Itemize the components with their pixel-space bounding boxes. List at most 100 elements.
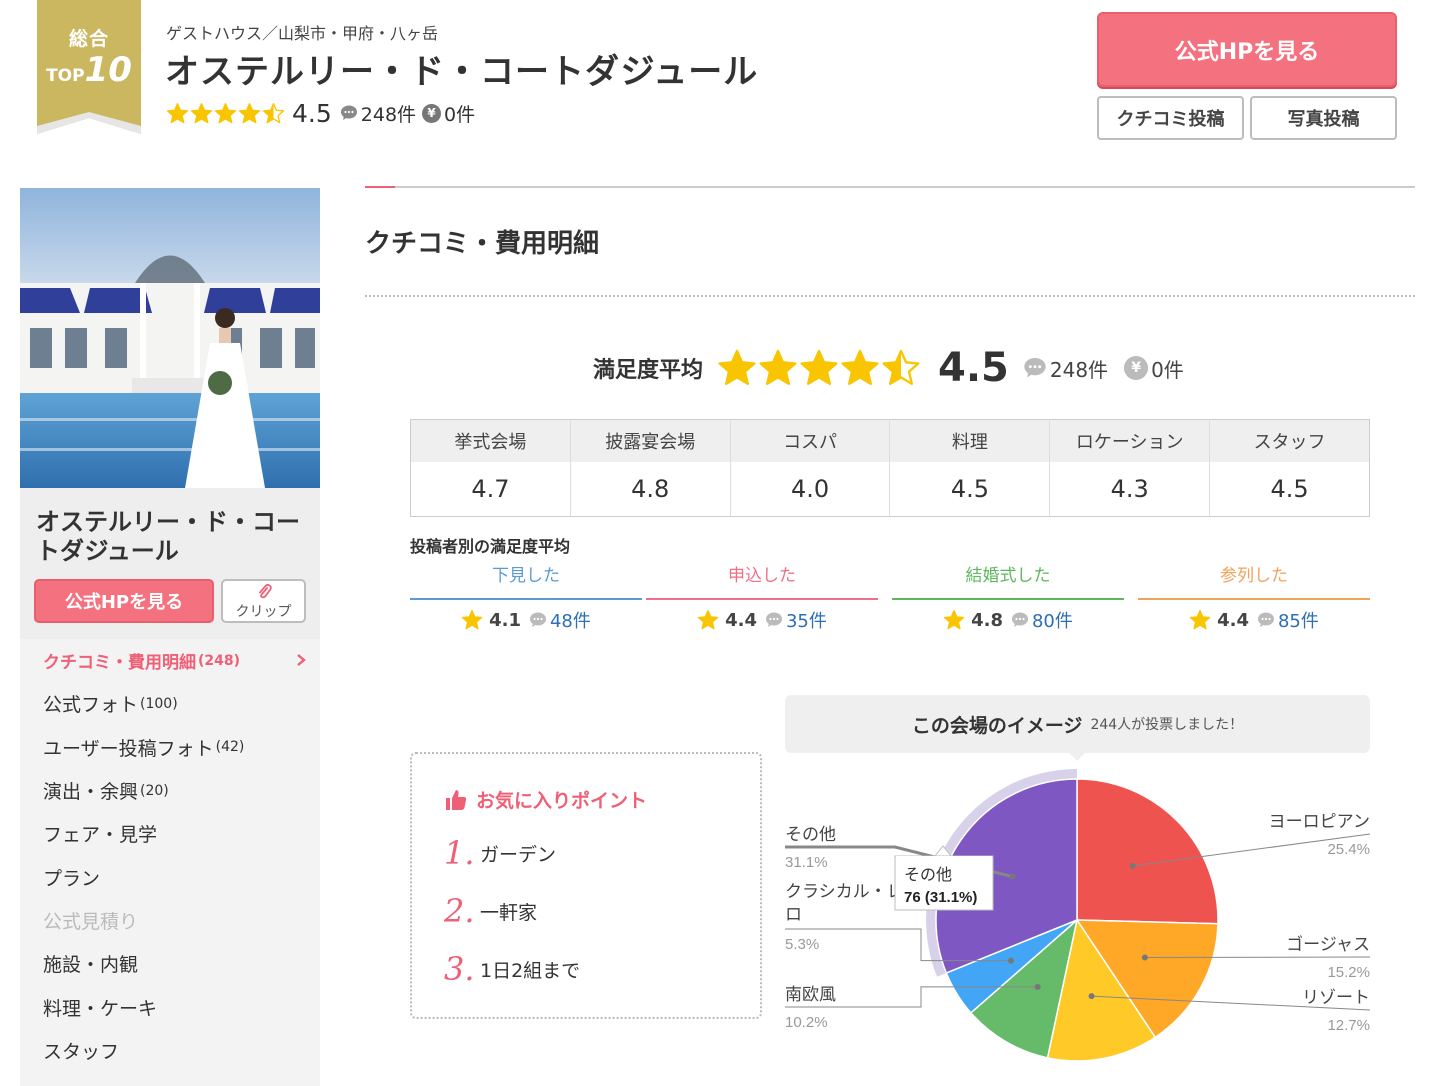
pie-percent: 15.2% [1327, 964, 1370, 981]
menu-item-fair[interactable]: フェア・見学 [20, 812, 320, 855]
satisfaction-summary: 満足度平均 4.5 248件 ¥ 0件 [593, 340, 1200, 396]
star-icon [882, 349, 920, 385]
pie-label: 南欧風 [785, 985, 836, 1004]
pie-label-dot [1088, 993, 1095, 1000]
comment-icon [1024, 358, 1046, 378]
satisfaction-label: 満足度平均 [593, 358, 704, 383]
menu-item-cuisine[interactable]: 料理・ケーキ [20, 985, 320, 1028]
menu-item-official-photo[interactable]: 公式フォト (100) [20, 682, 320, 725]
tooltip-value: 76 (31.1%) [904, 889, 977, 906]
poster-score: 4.8 [971, 609, 1003, 631]
comment-icon [1011, 612, 1028, 627]
menu-item-facility[interactable]: 施設・内観 [20, 942, 320, 985]
category-score-table: 挙式会場 披露宴会場 コスパ 料理 ロケーション スタッフ 4.7 4.8 4.… [410, 419, 1370, 517]
category-score: 4.5 [889, 461, 1051, 517]
category-header: スタッフ [1209, 419, 1370, 462]
official-hp-button[interactable]: 公式HPを見る [1097, 12, 1397, 87]
poster-tab-label[interactable]: 下見した [410, 564, 642, 600]
venue-image-vote-header: この会場のイメージ 244人が投票しました！ [785, 695, 1370, 761]
category-score: 4.0 [730, 461, 891, 517]
ribbon-label: 総合 [68, 28, 109, 50]
poster-group-2[interactable]: 結婚式した 4.8 80件 [892, 564, 1124, 640]
menu-item-estimate: 公式見積り [43, 910, 139, 933]
satisfaction-stars [717, 348, 922, 388]
poster-count[interactable]: 35件 [765, 607, 827, 633]
favorite-points-title: お気に入りポイント [444, 786, 647, 813]
poster-values: 4.8 80件 [892, 600, 1124, 640]
category-header: ロケーション [1049, 419, 1211, 462]
poster-section-title: 投稿者別の満足度平均 [410, 537, 571, 556]
poster-tab-label[interactable]: 申込した [646, 564, 878, 600]
satisfaction-cost-count: ¥ 0件 [1124, 354, 1184, 383]
star-icon [1189, 610, 1211, 630]
star-icon [461, 610, 483, 630]
pie-percent: 31.1% [785, 854, 828, 871]
yen-icon: ¥ [422, 103, 442, 123]
sidebar: オステルリー・ド・コートダジュール 公式HPを見る クリップ クチコミ・費用明細… [20, 188, 320, 1086]
comment-icon [529, 612, 546, 627]
poster-values: 4.4 35件 [646, 600, 878, 640]
star-icon [262, 102, 285, 123]
category-score: 4.8 [570, 461, 731, 517]
paperclip-icon [258, 584, 272, 599]
cost-count: ¥ 0件 [422, 100, 475, 127]
sidebar-menu: クチコミ・費用明細 (248) 公式フォト (100) ユーザー投稿フォト (42) … [20, 639, 320, 1072]
rating-stars [166, 102, 286, 125]
poster-tab-label[interactable]: 参列した [1138, 564, 1370, 600]
cost-count-value: 0件 [444, 103, 476, 126]
satisfaction-score: 4.5 [938, 345, 1009, 391]
category-score: 4.7 [410, 461, 571, 517]
category-score: 4.5 [1270, 474, 1309, 503]
pie-label-dot [1141, 954, 1148, 961]
sidebar-hp-button[interactable]: 公式HPを見る [34, 579, 214, 623]
pie-label: ヨーロピアン [1269, 812, 1370, 831]
poster-tab-label[interactable]: 結婚式した [892, 564, 1124, 600]
star-icon [190, 102, 213, 123]
star-icon [943, 610, 965, 630]
venue-photo[interactable] [20, 188, 320, 488]
venue-image-pie-chart: ヨーロピアン25.4%ゴージャス15.2%リゾート12.7%南欧風10.2%クラ… [785, 769, 1371, 1062]
top10-ribbon: 総合 TOP10 [37, 0, 141, 134]
poster-values: 4.4 85件 [1138, 600, 1370, 640]
poster-group-0[interactable]: 下見した 4.1 48件 [410, 564, 642, 640]
menu-item-plan[interactable]: プラン [20, 855, 320, 898]
star-icon [214, 102, 237, 123]
category-header: 料理 [889, 419, 1051, 462]
poster-group-3[interactable]: 参列した 4.4 85件 [1138, 564, 1370, 640]
favorite-point-item: 2. 一軒家 [444, 892, 538, 930]
post-photo-button[interactable]: 写真投稿 [1250, 96, 1397, 140]
poster-count[interactable]: 48件 [529, 607, 591, 633]
poster-score: 4.1 [489, 609, 521, 631]
menu-item-reviews[interactable]: クチコミ・費用明細 (248) [20, 639, 320, 682]
menu-item-user-photo[interactable]: ユーザー投稿フォト (42) [20, 726, 320, 769]
pie-slice[interactable] [1076, 778, 1219, 925]
star-icon [800, 349, 838, 385]
comment-icon [1257, 612, 1274, 627]
sidebar-venue-name: オステルリー・ド・コートダジュール [20, 488, 320, 566]
pie-percent: 10.2% [785, 1014, 828, 1031]
poster-group-1[interactable]: 申込した 4.4 35件 [646, 564, 878, 640]
pie-tooltip: その他 76 (31.1%) [894, 845, 994, 911]
menu-item-staff[interactable]: スタッフ [20, 1029, 320, 1072]
favorite-point-item: 3. 1日2組まで [444, 950, 581, 988]
ribbon-rank: TOP10 [46, 50, 132, 90]
poster-values: 4.1 48件 [410, 600, 642, 640]
pie-label: ロ [785, 905, 802, 924]
favorite-points-box: お気に入りポイント 1. ガーデン 2. 一軒家 3. 1日2組まで [410, 752, 762, 1019]
post-review-button[interactable]: クチコミ投稿 [1097, 96, 1244, 140]
clip-button[interactable]: クリップ [221, 579, 306, 623]
category-score: 4.3 [1049, 461, 1211, 517]
chevron-right-icon [297, 654, 306, 666]
poster-count[interactable]: 80件 [1011, 607, 1073, 633]
pie-label: リゾート [1302, 988, 1370, 1007]
poster-count[interactable]: 85件 [1257, 607, 1319, 633]
pie-percent: 12.7% [1327, 1017, 1370, 1034]
menu-item-performance[interactable]: 演出・余興 (20) [20, 769, 320, 812]
star-icon [841, 349, 879, 385]
category-header: 挙式会場 [410, 419, 571, 462]
yen-icon: ¥ [1124, 356, 1149, 380]
poster-score: 4.4 [725, 609, 757, 631]
tooltip-label: その他 [904, 866, 952, 884]
image-vote-title: この会場のイメージ [911, 714, 1083, 737]
pie-label-dot [1129, 862, 1136, 869]
